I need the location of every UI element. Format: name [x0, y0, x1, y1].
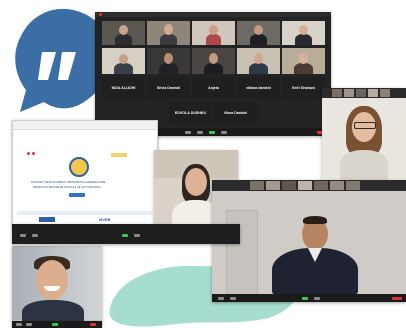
browser-toolbar: [13, 121, 157, 130]
video-button[interactable]: [26, 323, 32, 326]
participant-name: Silvia Danishi: [156, 86, 181, 90]
window-title-bar: [95, 12, 331, 17]
footer-logo-blue: [39, 217, 55, 222]
smile: [44, 286, 60, 291]
participant-name: EDVOLA DUSHKU: [174, 111, 207, 115]
chat-button[interactable]: [197, 131, 203, 134]
collage-canvas: { "grid_participants": [ {"name": "NIDA …: [0, 0, 406, 328]
meeting-controls-bar: [12, 321, 102, 328]
leave-button[interactable]: [392, 297, 402, 300]
participants-button[interactable]: [185, 131, 191, 134]
video-tile: [147, 21, 190, 45]
participant-name-tile: Anjela: [192, 77, 235, 99]
record-icon: [99, 13, 102, 16]
video-tile: [282, 48, 325, 74]
participant-name-tile: Eelri Shahani: [282, 77, 325, 99]
participant-name: Vilma Danishi: [223, 111, 248, 115]
video-tile: [237, 21, 280, 45]
participant-name-tile: NIDA ALLIDHI: [102, 77, 145, 99]
share-screen-button[interactable]: [302, 297, 308, 300]
video-tile: [102, 21, 145, 45]
video-tile: [147, 48, 190, 74]
taskbar-icon[interactable]: [134, 234, 140, 237]
participant-name-tile: viliana danishi: [237, 77, 280, 99]
leave-button[interactable]: [90, 323, 96, 326]
logo-seal-icon: [69, 157, 89, 177]
video-tile: [282, 21, 325, 45]
speaker-body: [340, 150, 388, 180]
chat-button[interactable]: [314, 297, 320, 300]
participant-name: NIDA ALLIDHI: [111, 86, 136, 90]
participant-name-tile: Silvia Danishi: [147, 77, 190, 99]
video-button[interactable]: [230, 297, 236, 300]
blue-button[interactable]: [69, 193, 85, 197]
hair: [303, 216, 327, 224]
participant-name: Eelri Shahani: [292, 86, 315, 90]
share-screen-button[interactable]: [52, 323, 58, 326]
speaker-view-screenshot-man-suit: [212, 180, 406, 302]
participant-name: viliana danishi: [246, 86, 271, 90]
taskbar-icon[interactable]: [32, 234, 38, 237]
meeting-controls-bar: [212, 294, 406, 302]
speaker-face: [185, 168, 207, 196]
speaker-view-screenshot-man-smiling: [12, 246, 102, 328]
participant-name-tile: Vilma Danishi: [214, 102, 257, 124]
speaker-face: [36, 260, 68, 300]
shared-document-screenshot: PROVIZIA TSE BULDUMENS LIBUNDRETUS GRENE…: [12, 120, 158, 226]
taskbar-icon[interactable]: [122, 234, 128, 237]
video-tile: [237, 48, 280, 74]
video-tile: [102, 48, 145, 74]
video-tile: [192, 48, 235, 74]
video-tile: [192, 21, 235, 45]
yellow-tag: [111, 153, 127, 157]
taskbar-icon[interactable]: [20, 234, 26, 237]
share-screen-button[interactable]: [209, 131, 215, 134]
participant-name-tile: EDVOLA DUSHKU: [169, 102, 212, 124]
footer-logo-text: MVEB: [99, 217, 111, 222]
participant-name: Anjela: [208, 86, 219, 90]
mute-button[interactable]: [218, 297, 224, 300]
document-subtitle: PERSHCO PA PESTIRE DE SOCIALE E SE QOYTU…: [33, 186, 101, 189]
document-title: PROVIZIA TSE BULDUMENS LIBUNDRETUS GRENE…: [31, 181, 106, 184]
record-icon: [27, 152, 30, 155]
notification-bar: [17, 211, 153, 215]
speaker-view-screenshot-woman-glasses: [322, 88, 406, 180]
zoom-gallery-screenshot: NIDA ALLIDHI Silvia Danishi Anjela vilia…: [95, 12, 331, 136]
record-button[interactable]: [221, 131, 227, 134]
door: [226, 210, 258, 296]
mute-button[interactable]: [16, 323, 22, 326]
laptop-taskbar-strip: [12, 224, 240, 244]
glasses: [354, 122, 376, 129]
